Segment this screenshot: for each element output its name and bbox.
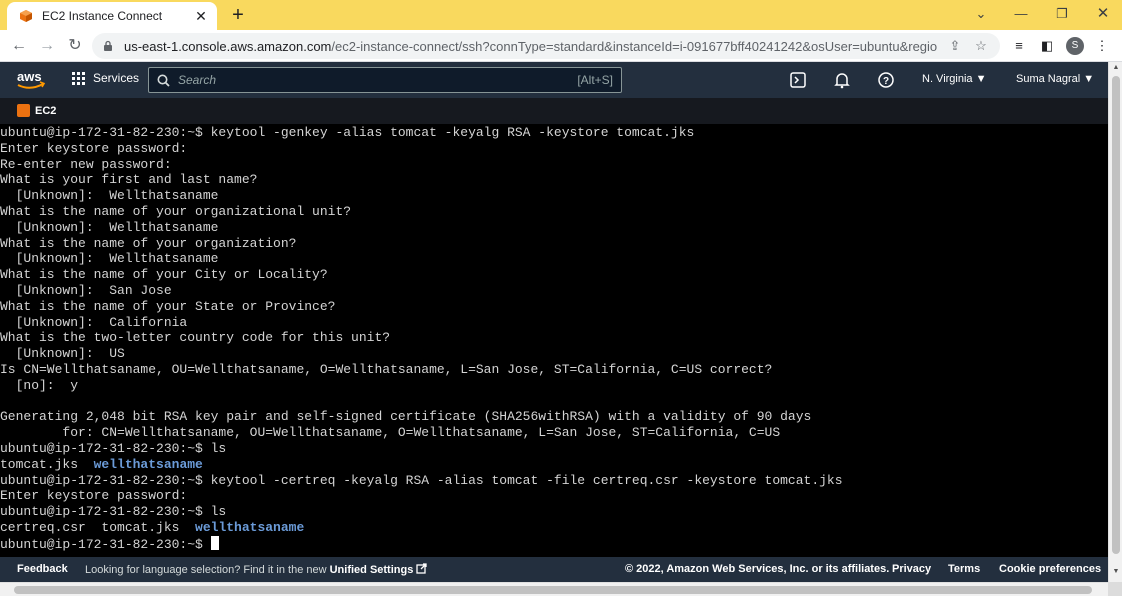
terminal-line: [Unknown]: Wellthatsaname	[0, 188, 219, 204]
restore-icon[interactable]: ❐	[1047, 3, 1077, 25]
terminal-line: [Unknown]: Wellthatsaname	[0, 219, 219, 235]
services-menu[interactable]: Services	[72, 71, 139, 85]
aws-console-header: aws Services [Alt+S] ? N. Virginia ▼ Sum…	[0, 62, 1108, 98]
feedback-link[interactable]: Feedback	[17, 563, 68, 575]
grid-icon	[72, 71, 85, 85]
side-panel-icon[interactable]: ◧	[1036, 36, 1058, 56]
terminal-prompt-line[interactable]: ubuntu@ip-172-31-82-230:~$	[0, 535, 1108, 552]
reload-icon[interactable]: ↻	[64, 35, 86, 57]
new-tab-icon[interactable]: +	[227, 4, 249, 26]
bookmark-star-icon[interactable]: ☆	[972, 38, 990, 54]
terminal-line: ubuntu@ip-172-31-82-230:~$ keytool -cert…	[0, 472, 843, 488]
language-notice: Looking for language selection? Find it …	[85, 563, 428, 576]
terminal-line: What is the name of your State or Provin…	[0, 298, 336, 314]
terminal-line: Enter keystore password:	[0, 140, 188, 156]
vertical-scroll-thumb[interactable]	[1112, 76, 1120, 554]
scroll-down-icon[interactable]: ▼	[1112, 568, 1120, 575]
region-selector[interactable]: N. Virginia ▼	[922, 73, 987, 85]
terminal-line: [Unknown]: San Jose	[0, 282, 172, 298]
url-text: us-east-1.console.aws.amazon.com/ec2-ins…	[124, 38, 938, 54]
aws-cube-icon	[20, 10, 32, 22]
terminal-line: [Unknown]: California	[0, 314, 188, 330]
horizontal-scrollbar[interactable]	[0, 582, 1108, 596]
terminal-line: ubuntu@ip-172-31-82-230:~$ keytool -genk…	[0, 125, 695, 140]
terminal-line: [Unknown]: US	[0, 346, 125, 362]
privacy-link[interactable]: Privacy	[892, 563, 931, 575]
ec2-label: EC2	[35, 104, 57, 117]
external-link-icon	[416, 563, 428, 574]
minimize-icon[interactable]: —	[1006, 3, 1036, 25]
terminal-line: What is the name of your organizational …	[0, 203, 352, 219]
terminal-line: [no]: y	[0, 377, 79, 393]
directory-name: wellthatsaname	[93, 456, 203, 472]
tab-title: EC2 Instance Connect	[42, 9, 163, 23]
terminal-cursor	[210, 535, 219, 550]
account-menu[interactable]: Suma Nagral ▼	[1016, 73, 1094, 85]
lock-icon	[104, 40, 112, 51]
terminal-line: [Unknown]: Wellthatsaname	[0, 251, 219, 267]
cookie-preferences-link[interactable]: Cookie preferences	[999, 563, 1101, 575]
horizontal-scroll-thumb[interactable]	[14, 586, 1092, 594]
terminal-line: What is the name of your City or Localit…	[0, 267, 328, 283]
terminal-line-ls-output: tomcat.jks wellthatsaname	[0, 456, 203, 472]
search-input[interactable]	[178, 73, 578, 87]
services-label: Services	[93, 71, 140, 85]
close-window-icon[interactable]: ✕	[1088, 3, 1118, 25]
browser-toolbar: ← → ↻ us-east-1.console.aws.amazon.com/e…	[0, 30, 1122, 62]
console-footer: Feedback Looking for language selection?…	[0, 557, 1108, 582]
terminal-line: Generating 2,048 bit RSA key pair and se…	[0, 409, 812, 425]
terminal-line-ls-output: certreq.csr tomcat.jks wellthatsaname	[0, 519, 305, 535]
back-icon[interactable]: ←	[8, 35, 30, 57]
terminal-line: for: CN=Wellthatsaname, OU=Wellthatsanam…	[0, 425, 781, 441]
terminal-line: Re-enter new password:	[0, 156, 172, 172]
search-icon	[157, 74, 170, 87]
help-icon[interactable]: ?	[877, 71, 895, 89]
browser-tab-strip: EC2 Instance Connect ✕ + ⌄ — ❐ ✕	[0, 0, 1122, 30]
address-bar[interactable]: us-east-1.console.aws.amazon.com/ec2-ins…	[92, 33, 1000, 59]
terms-link[interactable]: Terms	[948, 563, 980, 575]
svg-text:?: ?	[883, 76, 889, 87]
svg-text:aws: aws	[17, 69, 42, 84]
terminal[interactable]: ubuntu@ip-172-31-82-230:~$ keytool -genk…	[0, 124, 1108, 557]
share-icon[interactable]: ⇪	[946, 38, 964, 54]
ec2-service-link[interactable]: EC2	[17, 104, 56, 117]
terminal-line: Enter keystore password:	[0, 488, 188, 504]
forward-icon[interactable]: →	[36, 35, 58, 57]
tab-close-icon[interactable]: ✕	[193, 8, 209, 25]
menu-kebab-icon[interactable]: ⋮	[1091, 36, 1113, 56]
service-bar: EC2	[0, 98, 1108, 124]
copyright: © 2022, Amazon Web Services, Inc. or its…	[625, 563, 890, 575]
terminal-line: Is CN=Wellthatsaname, OU=Wellthatsaname,…	[0, 361, 773, 377]
search-shortcut: [Alt+S]	[577, 73, 613, 87]
terminal-line: What is the two-letter country code for …	[0, 330, 391, 346]
terminal-line: What is your first and last name?	[0, 172, 258, 188]
directory-name: wellthatsaname	[195, 519, 305, 535]
scrollbar-corner	[1108, 582, 1122, 596]
ec2-icon	[17, 104, 30, 117]
aws-logo[interactable]: aws	[16, 68, 46, 92]
scroll-up-icon[interactable]: ▲	[1112, 64, 1120, 71]
profile-avatar[interactable]: S	[1066, 37, 1084, 55]
reading-list-icon[interactable]: ≡	[1008, 36, 1030, 56]
bell-icon[interactable]	[833, 71, 851, 89]
vertical-scrollbar[interactable]: ▲ ▼	[1108, 62, 1122, 582]
cloudshell-icon[interactable]	[789, 71, 807, 89]
browser-tab[interactable]: EC2 Instance Connect ✕	[7, 2, 217, 30]
terminal-line: What is the name of your organization?	[0, 235, 297, 251]
tab-search-chevron-icon[interactable]: ⌄	[966, 3, 996, 25]
terminal-line: ubuntu@ip-172-31-82-230:~$ ls	[0, 504, 227, 520]
terminal-line: ubuntu@ip-172-31-82-230:~$ ls	[0, 440, 227, 456]
unified-settings-link[interactable]: Unified Settings	[330, 563, 428, 576]
search-box[interactable]: [Alt+S]	[148, 67, 622, 93]
